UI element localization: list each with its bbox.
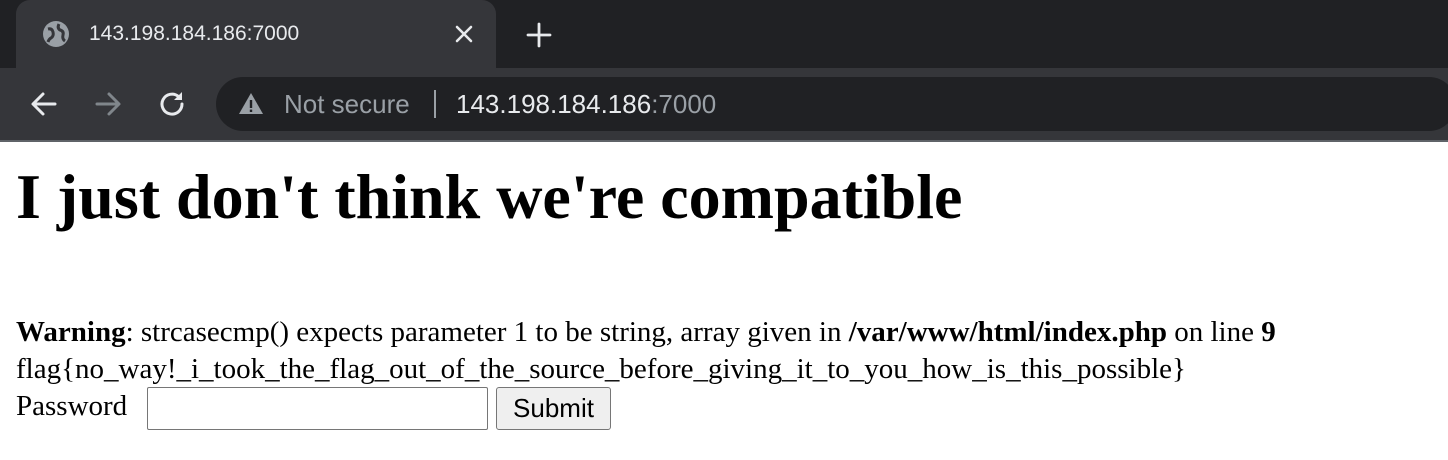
address-bar[interactable]: Not secure 143.198.184.186:7000 [216, 77, 1448, 131]
globe-icon [43, 21, 69, 47]
flag-text: flag{no_way!_i_took_the_flag_out_of_the_… [16, 353, 1186, 385]
forward-arrow-icon[interactable] [90, 86, 126, 122]
browser-toolbar: Not secure 143.198.184.186:7000 [0, 68, 1448, 140]
tab-title: 143.198.184.186:7000 [89, 22, 300, 45]
submit-button[interactable]: Submit [496, 387, 611, 430]
password-field[interactable] [147, 387, 488, 430]
reload-icon[interactable] [154, 86, 190, 122]
warning-line-text: on line [1166, 316, 1262, 348]
security-indicator[interactable]: Not secure [284, 89, 410, 119]
page-content: I just don't think we're compatible Warn… [0, 142, 1448, 460]
warning-message: : strcasecmp() expects parameter 1 to be… [125, 316, 849, 348]
close-icon[interactable] [450, 20, 478, 48]
warning-line-number: 9 [1261, 316, 1276, 348]
url-text[interactable]: 143.198.184.186:7000 [456, 89, 716, 119]
password-label: Password [16, 390, 128, 422]
omnibox-divider [434, 90, 436, 118]
warning-file-path: /var/www/html/index.php [848, 316, 1167, 348]
url-host: 143.198.184.186 [456, 89, 652, 119]
page-title: I just don't think we're compatible [16, 161, 963, 232]
url-port: :7000 [651, 89, 717, 119]
back-arrow-icon[interactable] [26, 86, 62, 122]
browser-tab[interactable]: 143.198.184.186:7000 [16, 0, 496, 68]
tab-strip: 143.198.184.186:7000 [0, 0, 1448, 68]
warning-label: Warning [16, 316, 126, 348]
php-warning: Warning: strcasecmp() expects parameter … [16, 314, 1276, 350]
warning-icon[interactable] [238, 91, 264, 117]
plus-icon[interactable] [522, 18, 556, 52]
